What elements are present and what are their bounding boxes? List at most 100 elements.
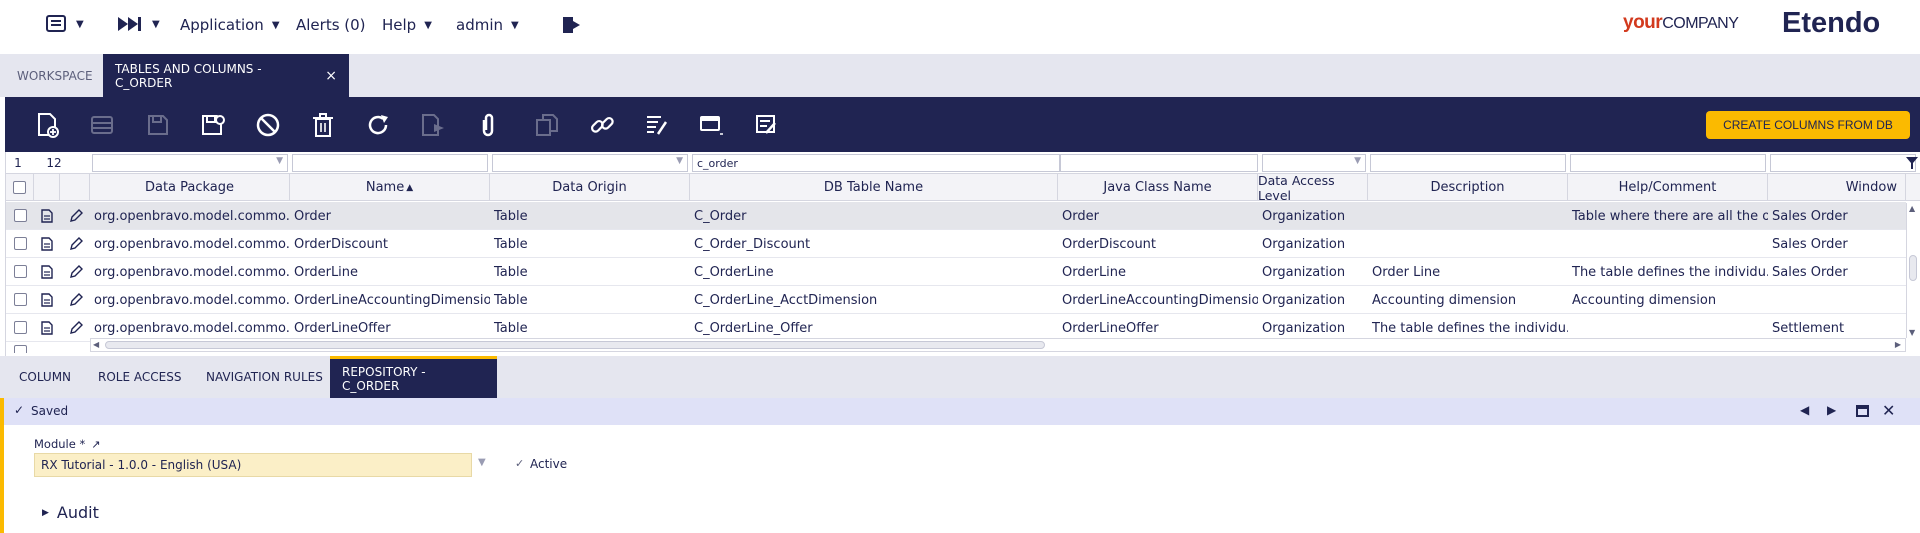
chevron-down-icon: ▼ — [276, 156, 283, 166]
row-checkbox[interactable] — [14, 237, 27, 250]
application-menu[interactable]: Application ▼ — [180, 16, 280, 34]
header-window[interactable]: Window — [1768, 174, 1906, 201]
vertical-scrollbar[interactable]: ▲ ▼ — [1906, 203, 1919, 338]
filter-description[interactable] — [1370, 154, 1566, 172]
process-button[interactable] — [753, 111, 781, 139]
scroll-right-icon[interactable]: ▶ — [1895, 340, 1901, 349]
delete-button[interactable] — [309, 111, 337, 139]
alerts-link[interactable]: Alerts (0) — [296, 16, 366, 34]
toggle-form-button[interactable] — [698, 111, 726, 139]
logout-button[interactable] — [561, 15, 583, 35]
table-row[interactable]: org.openbravo.model.commo... OrderLine Tab… — [6, 258, 1906, 286]
close-form-icon[interactable]: ✕ — [1882, 401, 1895, 420]
scrollbar-thumb[interactable] — [105, 341, 1045, 349]
header-spacer — [34, 174, 60, 201]
audit-trail-button[interactable] — [643, 111, 671, 139]
tab-workspace-label: WORKSPACE — [17, 68, 93, 83]
trash-icon — [313, 113, 333, 137]
select-all-cell[interactable] — [6, 174, 34, 201]
status-bar: ✓ Saved ◀ ▶ ✕ — [0, 398, 1920, 425]
filter-data-package[interactable]: ▼ — [92, 154, 288, 172]
edit-pencil-icon[interactable] — [69, 321, 83, 335]
header-data-package[interactable]: Data Package — [90, 174, 290, 201]
row-checkbox[interactable] — [14, 345, 27, 353]
filter-data-origin[interactable]: ▼ — [492, 154, 688, 172]
header-data-access-level[interactable]: Data Access Level — [1258, 173, 1368, 203]
module-label: Module * — [34, 437, 86, 451]
filter-window[interactable] — [1770, 154, 1916, 172]
header-description[interactable]: Description — [1368, 174, 1568, 201]
chevron-down-icon[interactable]: ▼ — [478, 457, 486, 468]
maximize-icon[interactable] — [1856, 405, 1869, 417]
cell-name: OrderDiscount — [294, 236, 389, 252]
previous-record-icon[interactable]: ◀ — [1800, 403, 1809, 417]
new-row-button[interactable] — [89, 111, 117, 139]
table-row[interactable]: org.openbravo.model.commo... OrderDiscoun… — [6, 230, 1906, 258]
edit-pencil-icon[interactable] — [69, 265, 83, 279]
scroll-up-icon[interactable]: ▲ — [1909, 204, 1915, 213]
save-close-button[interactable] — [199, 111, 227, 139]
audit-section-toggle[interactable]: ▶ Audit — [42, 503, 99, 522]
row-checkbox[interactable] — [14, 321, 27, 334]
row-checkbox[interactable] — [14, 293, 27, 306]
undo-button[interactable] — [254, 111, 282, 139]
open-document-icon[interactable] — [41, 265, 53, 279]
next-record-icon[interactable]: ▶ — [1827, 403, 1836, 417]
active-checkbox[interactable]: ✓ — [515, 457, 524, 470]
cell-description: Accounting dimension — [1372, 292, 1517, 308]
attachment-button[interactable] — [474, 111, 502, 139]
tab-tables-and-columns[interactable]: TABLES AND COLUMNS - C_ORDER × — [103, 54, 349, 97]
table-row[interactable]: org.openbravo.model.commo... OrderLineAcc… — [6, 286, 1906, 314]
user-menu[interactable]: admin ▼ — [456, 16, 519, 34]
link-arrow-icon[interactable]: ↗ — [91, 438, 100, 451]
tab-role-access[interactable]: ROLE ACCESS — [86, 356, 193, 398]
header-help-comment[interactable]: Help/Comment — [1568, 174, 1768, 201]
help-menu[interactable]: Help ▼ — [382, 16, 432, 34]
cell-data-package: org.openbravo.model.commo... — [94, 264, 290, 280]
tab-workspace[interactable]: WORKSPACE — [5, 54, 103, 97]
header-java-class-name[interactable]: Java Class Name — [1058, 174, 1258, 201]
cell-db-table-name: C_Order — [694, 208, 747, 224]
fast-forward-icon — [118, 17, 141, 31]
header-db-table-name[interactable]: DB Table Name — [690, 174, 1058, 201]
export-button[interactable] — [419, 111, 447, 139]
table-row[interactable]: org.openbravo.model.commo... Order Table C_… — [6, 202, 1906, 230]
edit-pencil-icon[interactable] — [69, 237, 83, 251]
menu-button[interactable]: ▼ — [46, 14, 84, 34]
module-select[interactable]: RX Tutorial - 1.0.0 - English (USA) — [34, 453, 472, 477]
select-all-checkbox[interactable] — [13, 181, 26, 194]
chevron-down-icon: ▼ — [676, 156, 683, 166]
scrollbar-thumb[interactable] — [1909, 255, 1917, 281]
edit-pencil-icon[interactable] — [69, 293, 83, 307]
close-icon[interactable]: × — [325, 68, 337, 84]
filter-db-table-name[interactable]: c_order — [692, 154, 1060, 172]
quick-launch-button[interactable]: ▼ — [116, 14, 160, 34]
clone-button[interactable] — [533, 111, 561, 139]
create-columns-button[interactable]: CREATE COLUMNS FROM DB — [1706, 111, 1910, 139]
brand-your-text: your — [1623, 12, 1663, 33]
refresh-button[interactable] — [364, 111, 392, 139]
filter-name[interactable] — [292, 154, 488, 172]
open-document-icon[interactable] — [41, 237, 53, 251]
scroll-left-icon[interactable]: ◀ — [93, 340, 99, 349]
tab-column[interactable]: COLUMN — [7, 356, 83, 398]
header-data-origin[interactable]: Data Origin — [490, 174, 690, 201]
filter-icon[interactable] — [1906, 157, 1918, 169]
scroll-down-icon[interactable]: ▼ — [1909, 328, 1915, 337]
tab-repository[interactable]: REPOSITORY - C_ORDER — [330, 356, 497, 398]
open-document-icon[interactable] — [41, 321, 53, 335]
filter-java-class-name[interactable] — [1060, 154, 1258, 172]
header-name[interactable]: Name ▲ — [290, 174, 490, 201]
edit-pencil-icon[interactable] — [69, 209, 83, 223]
filter-help-comment[interactable] — [1570, 154, 1766, 172]
new-document-button[interactable] — [34, 111, 62, 139]
save-button[interactable] — [144, 111, 172, 139]
row-checkbox[interactable] — [14, 265, 27, 278]
row-checkbox[interactable] — [14, 209, 27, 222]
open-document-icon[interactable] — [41, 209, 53, 223]
horizontal-scrollbar[interactable]: ◀ ▶ — [90, 338, 1906, 352]
tab-navigation-rules[interactable]: NAVIGATION RULES — [194, 356, 335, 398]
filter-data-access-level[interactable]: ▼ — [1262, 154, 1366, 172]
link-button[interactable] — [588, 111, 616, 139]
open-document-icon[interactable] — [41, 293, 53, 307]
